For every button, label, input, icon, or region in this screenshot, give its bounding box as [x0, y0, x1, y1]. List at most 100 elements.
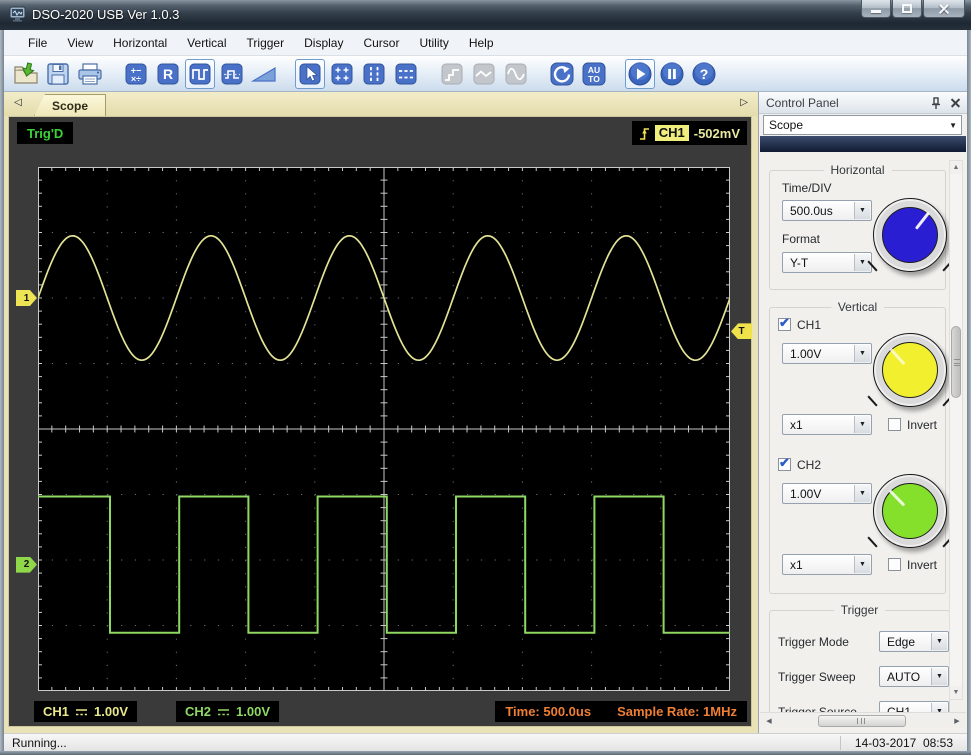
menu-help[interactable]: Help: [459, 32, 504, 54]
scroll-left-icon[interactable]: ◀: [762, 714, 776, 727]
auto-setup-button[interactable]: AU TO: [579, 59, 609, 89]
chevron-down-icon: ▼: [854, 345, 870, 362]
menu-vertical[interactable]: Vertical: [177, 32, 236, 54]
trigger-mode-select[interactable]: Edge ▼: [879, 631, 949, 652]
run-button[interactable]: [625, 58, 655, 89]
ch1-volts-select[interactable]: 1.00V ▼: [782, 343, 872, 364]
save-button[interactable]: [43, 59, 73, 89]
ch2-invert-checkbox[interactable]: [888, 558, 901, 571]
scroll-right-icon[interactable]: ▶: [950, 714, 964, 727]
trigger-source-select[interactable]: CH1 ▼: [879, 701, 949, 712]
ch2-probe-select[interactable]: x1 ▼: [782, 554, 872, 575]
math-button[interactable]: +− ×÷: [121, 59, 151, 89]
ch1-volts-value: 1.00V: [94, 704, 128, 719]
pulse-lines-button[interactable]: [217, 59, 247, 89]
pulse-button[interactable]: [185, 58, 215, 89]
time-div-select[interactable]: 500.0us ▼: [782, 200, 872, 221]
pointer-icon: [299, 63, 321, 84]
datetime-text: 14-03-2017 08:53: [839, 736, 953, 750]
ch2-invert-label: Invert: [907, 558, 938, 572]
horizontal-cursors-icon: [395, 63, 417, 84]
format-select[interactable]: Y-T ▼: [782, 252, 872, 273]
save-icon: [47, 62, 69, 85]
ch1-invert-checkbox[interactable]: [888, 418, 901, 431]
menu-cursor[interactable]: Cursor: [353, 32, 409, 54]
tab-scroll-left-icon[interactable]: ◁: [14, 97, 22, 108]
ch2-marker[interactable]: 2: [16, 556, 37, 573]
ch2-volts-select[interactable]: 1.00V ▼: [782, 483, 872, 504]
tab-scope[interactable]: Scope: [34, 94, 106, 116]
menu-view[interactable]: View: [57, 32, 103, 54]
reference-button[interactable]: R: [153, 59, 183, 89]
vertical-scrollbar[interactable]: ▲ ▼: [949, 160, 963, 700]
control-panel-title: Control Panel: [766, 95, 839, 110]
pause-button[interactable]: [657, 59, 687, 89]
vertical-scrollbar-thumb[interactable]: [951, 326, 961, 398]
open-icon: [14, 61, 38, 84]
control-panel-close-icon[interactable]: [951, 98, 960, 107]
close-icon: [938, 3, 950, 15]
menu-utility[interactable]: Utility: [409, 32, 458, 54]
close-button[interactable]: [923, 0, 965, 18]
waveform-display[interactable]: [38, 167, 730, 691]
sine-wave-icon: [505, 63, 527, 84]
horizontal-position-knob[interactable]: [873, 198, 947, 272]
timebase-readout: Time: 500.0us Sample Rate: 1MHz: [495, 701, 747, 722]
trigger-sweep-value: AUTO: [887, 669, 921, 684]
pin-icon[interactable]: [931, 96, 941, 109]
ch2-probe-value: x1: [790, 557, 803, 572]
menu-display[interactable]: Display: [294, 32, 353, 54]
ch1-marker[interactable]: 1: [16, 290, 37, 306]
svg-text:?: ?: [700, 66, 709, 82]
ch1-position-knob[interactable]: [873, 333, 947, 407]
ch1-enable-checkbox[interactable]: ✔: [778, 315, 791, 331]
ch2-volts-value: 1.00V: [236, 704, 270, 719]
help-button[interactable]: ?: [689, 59, 719, 89]
pointer-button[interactable]: [295, 58, 325, 89]
window-border-right: [967, 30, 971, 755]
title-bar: DSO-2020 USB Ver 1.0.3: [0, 0, 971, 30]
chevron-down-icon: ▼: [854, 485, 870, 502]
menu-horizontal[interactable]: Horizontal: [103, 32, 177, 54]
run-status-text: Running...: [12, 736, 67, 750]
print-button[interactable]: [75, 59, 105, 89]
ch1-probe-select[interactable]: x1 ▼: [782, 414, 872, 435]
trigger-sweep-select[interactable]: AUTO ▼: [879, 666, 949, 687]
chevron-down-icon: ▼: [931, 703, 947, 712]
ch2-position-knob[interactable]: [873, 474, 947, 548]
scope-area: ◁ Scope ▷ Trig'D CH1 -502mV 1 2 T CH1 1.…: [4, 92, 758, 733]
format-label: Format: [782, 232, 821, 246]
horizontal-scrollbar[interactable]: ◀ ▶: [760, 712, 966, 728]
tab-scroll-right-icon[interactable]: ▷: [740, 97, 748, 108]
step-wave-icon: [441, 63, 463, 84]
ramp-button[interactable]: [249, 59, 279, 89]
dc-coupling-icon: [218, 708, 230, 715]
ch2-scale-label: CH2: [185, 704, 212, 719]
trigger-mode-label: Trigger Mode: [778, 635, 849, 649]
grid-button[interactable]: [327, 59, 357, 89]
run-icon: [628, 61, 652, 85]
scroll-up-icon[interactable]: ▲: [950, 161, 962, 174]
maximize-button[interactable]: [892, 0, 922, 18]
ch2-enable-checkbox[interactable]: ✔: [778, 455, 791, 471]
horizontal-scrollbar-thumb[interactable]: [818, 714, 906, 727]
refresh-button[interactable]: [547, 59, 577, 89]
vertical-cursors-button[interactable]: [359, 59, 389, 89]
horizontal-cursors-button[interactable]: [391, 59, 421, 89]
window-border-bottom: [0, 751, 971, 755]
svg-text:TO: TO: [588, 74, 600, 84]
trigger-group-legend: Trigger: [833, 603, 886, 617]
chevron-down-icon: ▼: [931, 668, 947, 685]
trigger-level-marker[interactable]: T: [731, 323, 752, 340]
minimize-button[interactable]: [861, 0, 891, 18]
ch1-scale-readout: CH1 1.00V: [34, 701, 137, 722]
scrollbar-grip: [954, 359, 960, 366]
grid-icon: [331, 63, 353, 84]
vertical-group-legend: Vertical: [830, 300, 885, 314]
menu-file[interactable]: File: [18, 32, 57, 54]
open-button[interactable]: [11, 59, 41, 89]
scroll-down-icon[interactable]: ▼: [950, 686, 962, 699]
menu-trigger[interactable]: Trigger: [237, 32, 295, 54]
status-bar: Running... 14-03-2017 08:53: [4, 733, 967, 751]
panel-mode-select[interactable]: Scope ▼: [763, 115, 962, 135]
